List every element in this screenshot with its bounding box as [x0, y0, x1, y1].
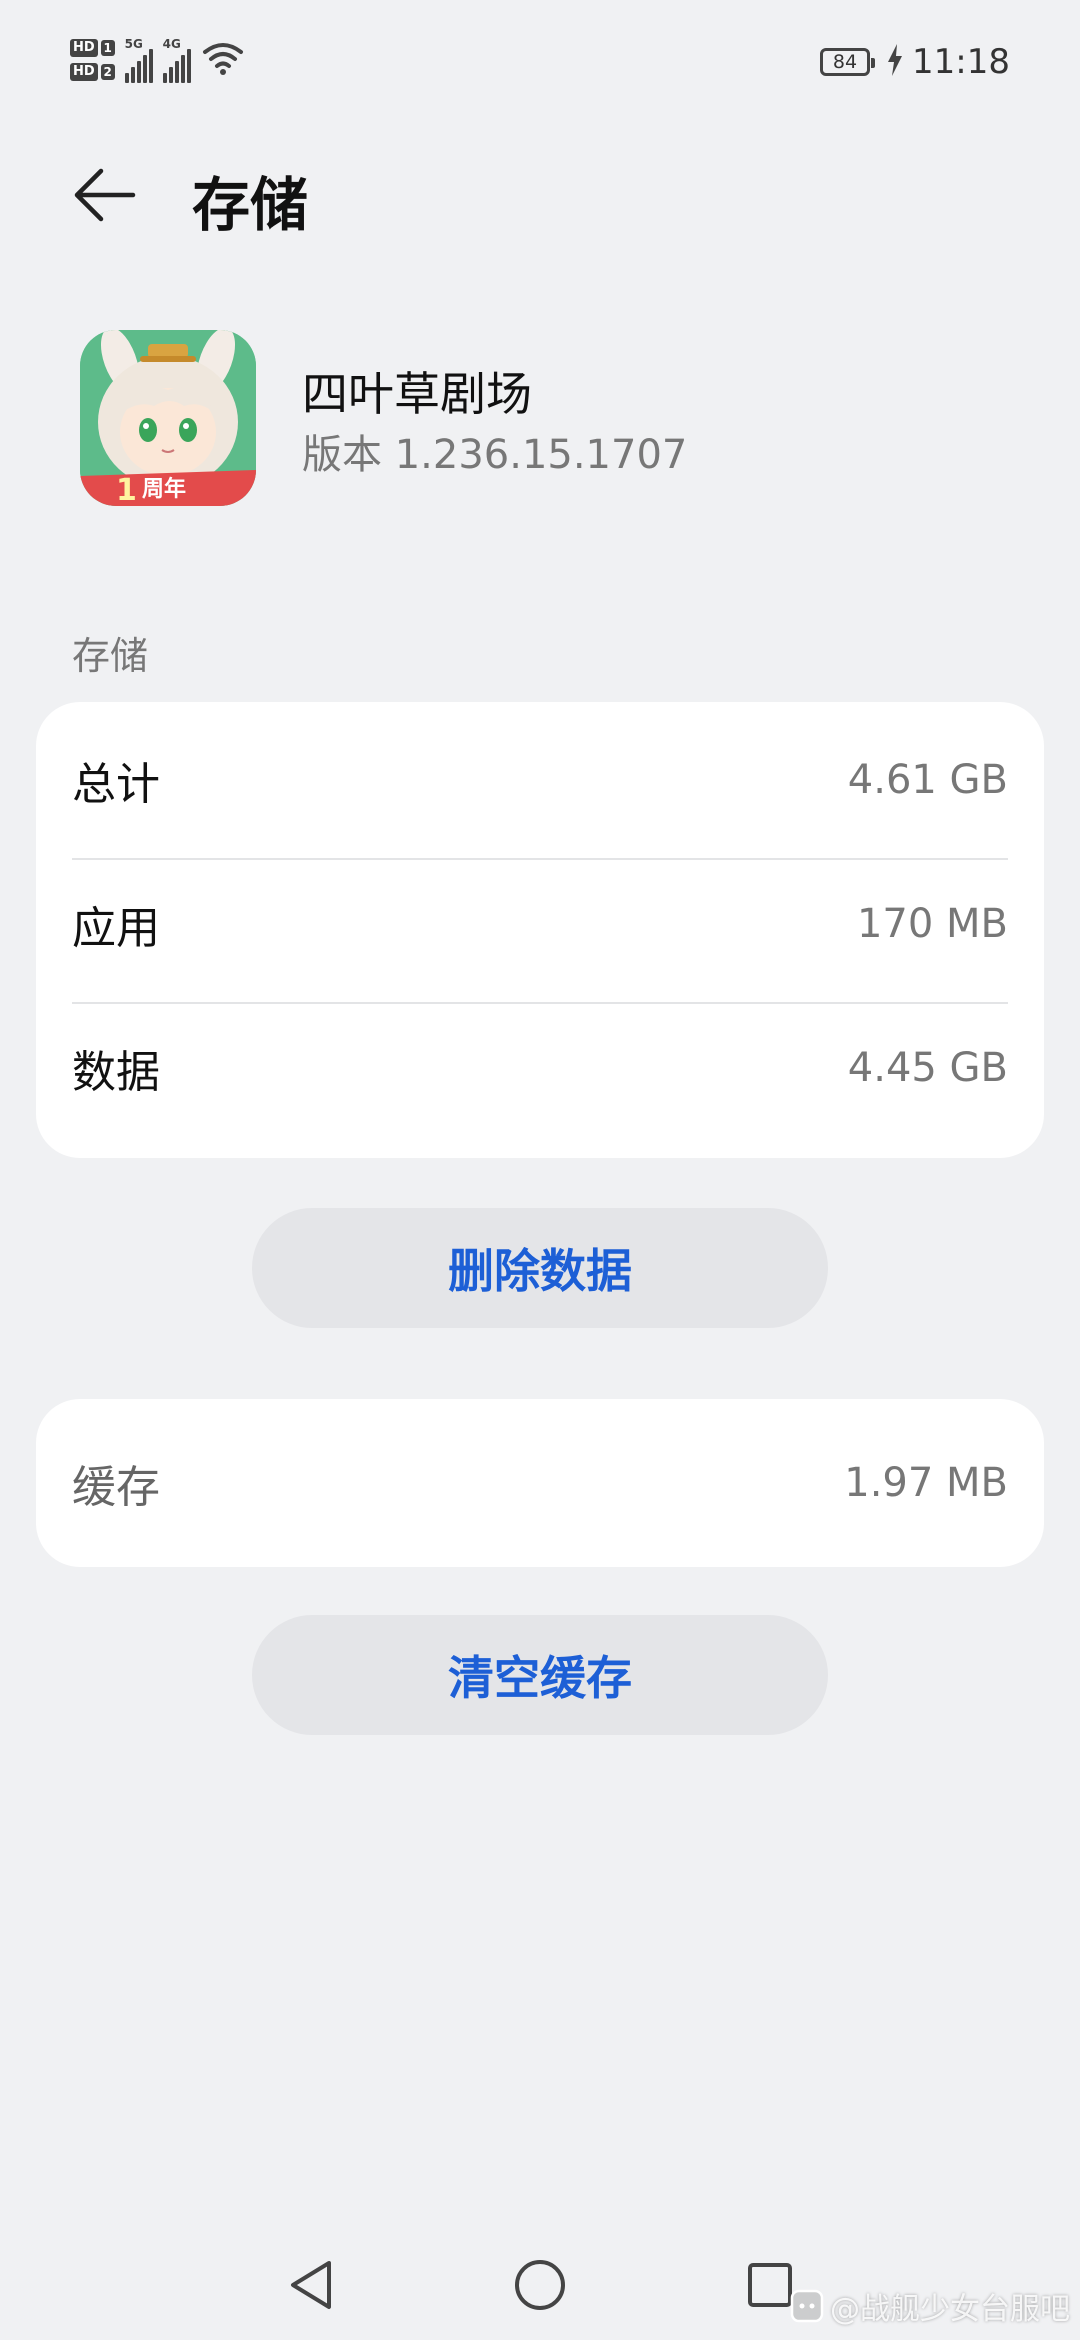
storage-row-total: 总计 4.61 GB [72, 708, 1008, 852]
row-label: 数据 [72, 1047, 160, 1098]
sim2-number: 2 [100, 64, 115, 80]
app-icon-badge: 周年 [142, 476, 186, 502]
cache-row: 缓存 1.97 MB [72, 1411, 1008, 1555]
wifi-icon [201, 40, 245, 80]
back-button[interactable] [60, 150, 150, 240]
sim1-indicator: HD 1 [70, 39, 115, 57]
row-value: 170 MB [856, 901, 1008, 947]
nav-back-icon [291, 2261, 331, 2309]
app-bar: 存储 [0, 140, 1080, 240]
clock: 11:18 [912, 42, 1010, 82]
battery-icon: 84 [820, 48, 876, 76]
nav-recent-icon [748, 2263, 792, 2307]
arrow-left-icon [74, 168, 136, 222]
network-type-5g: 5G [124, 37, 143, 51]
cache-label: 缓存 [72, 1462, 160, 1513]
nav-back-button[interactable] [270, 2250, 350, 2320]
sim2-indicator: HD 2 [70, 63, 115, 81]
watermark-text: @战舰少女台服吧 [830, 2292, 1070, 2327]
sim-indicators: HD 1 HD 2 [70, 39, 115, 81]
nav-home-button[interactable] [500, 2250, 580, 2320]
app-icon: 周年 1 [80, 330, 256, 506]
sim2-hd-label: HD [70, 63, 98, 81]
app-info: 周年 1 四叶草剧场 版本 1.236.15.1707 [0, 320, 1080, 510]
storage-card: 总计 4.61 GB 应用 170 MB 数据 4.45 GB [36, 702, 1044, 1158]
status-left: HD 1 HD 2 5G 4G [70, 30, 245, 90]
delete-data-button[interactable]: 删除数据 [252, 1208, 828, 1328]
forum-logo-icon [790, 2289, 824, 2323]
sim1-hd-label: HD [70, 39, 98, 57]
page-title: 存储 [192, 171, 309, 239]
storage-row-app: 应用 170 MB [72, 852, 1008, 996]
app-icon-badge-number: 1 [116, 473, 137, 506]
nav-home-icon [515, 2260, 565, 2310]
navigation-bar: @战舰少女台服吧 [0, 2220, 1080, 2340]
battery-level: 84 [832, 51, 858, 73]
storage-section-label: 存储 [72, 634, 149, 678]
sim1-number: 1 [100, 40, 115, 56]
row-value: 4.61 GB [847, 757, 1008, 803]
row-label: 应用 [72, 903, 160, 954]
row-label: 总计 [72, 759, 160, 810]
watermark: @战舰少女台服吧 [790, 2284, 1070, 2328]
signal-icon: 5G [124, 37, 153, 83]
status-bar: HD 1 HD 2 5G 4G 84 11:18 [0, 0, 1080, 120]
storage-row-data: 数据 4.45 GB [72, 996, 1008, 1140]
status-right: 84 11:18 [820, 38, 1010, 86]
app-name: 四叶草剧场 [302, 367, 532, 421]
signal-icon: 4G [162, 37, 191, 83]
charging-bolt-icon [886, 43, 904, 81]
clear-cache-button[interactable]: 清空缓存 [252, 1615, 828, 1735]
cache-card: 缓存 1.97 MB [36, 1399, 1044, 1567]
app-version: 版本 1.236.15.1707 [302, 432, 688, 478]
network-type-4g: 4G [162, 37, 181, 51]
row-value: 4.45 GB [847, 1045, 1008, 1091]
cache-value: 1.97 MB [844, 1460, 1008, 1506]
